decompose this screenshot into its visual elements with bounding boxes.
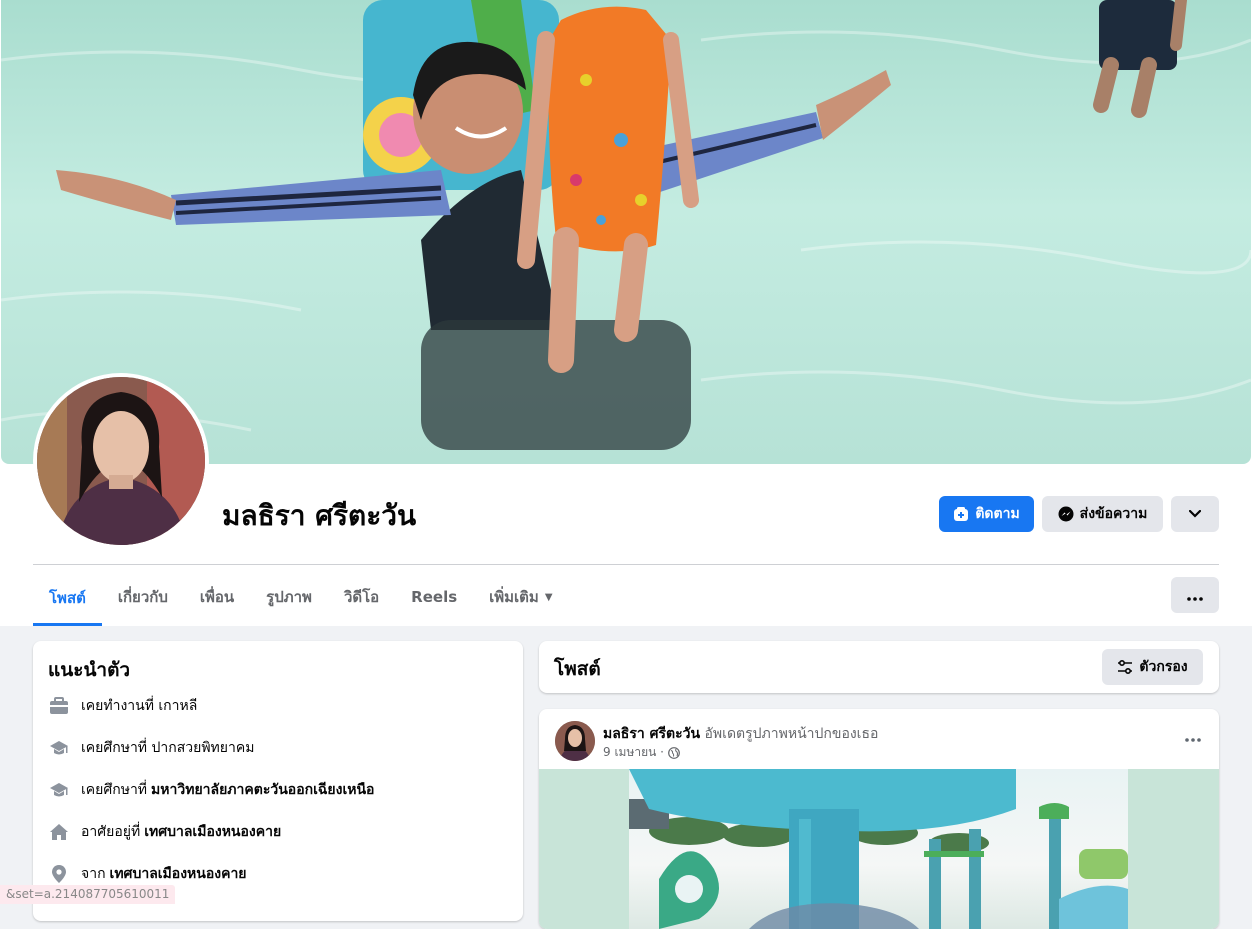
intro-item-education-2: เคยศึกษาที่ มหาวิทยาลัยภาคตะวันออกเฉียงเ… <box>48 779 374 801</box>
post-title-line: มลธิรา ศรีตะวัน อัพเดตรูปภาพหน้าปกของเธอ <box>603 723 878 745</box>
profile-avatar[interactable] <box>33 373 209 549</box>
intro-card: แนะนำตัว เคยทำงานที่ เกาหลี เคยศึกษาที่ … <box>33 641 523 921</box>
post-card: มลธิรา ศรีตะวัน อัพเดตรูปภาพหน้าปกของเธอ… <box>539 709 1219 929</box>
message-label: ส่งข้อความ <box>1079 506 1148 522</box>
intro-item-education-1: เคยศึกษาที่ ปากสวยพิทยาคม <box>48 737 254 759</box>
post-author-avatar[interactable] <box>555 721 595 761</box>
tab-label: เกี่ยวกับ <box>117 588 168 606</box>
messenger-icon <box>1058 506 1074 522</box>
cover-photo[interactable] <box>1 0 1251 464</box>
intro-item-prefix: อาศัยอยู่ที่ <box>81 824 141 840</box>
chevron-down-icon <box>1188 506 1202 522</box>
follow-icon <box>953 506 969 522</box>
follow-button[interactable]: ติดตาม <box>939 496 1034 532</box>
more-dots-icon <box>1187 586 1203 605</box>
tab-friends[interactable]: เพื่อน <box>184 570 250 624</box>
tab-label: เพิ่มเติม <box>489 588 539 606</box>
tab-photos[interactable]: รูปภาพ <box>250 570 328 624</box>
home-icon <box>48 821 70 843</box>
intro-item-lives-in: อาศัยอยู่ที่ เทศบาลเมืองหนองคาย <box>48 821 281 843</box>
graduation-cap-icon <box>48 779 70 801</box>
tab-posts[interactable]: โพสต์ <box>33 570 102 626</box>
status-bar-url: &set=a.214087705610011 <box>0 885 176 904</box>
tab-label: Reels <box>411 588 458 606</box>
tab-label: เพื่อน <box>199 588 235 606</box>
filter-button[interactable]: ตัวกรอง <box>1102 649 1203 685</box>
more-dots-icon <box>1185 727 1201 746</box>
profile-tabs: โพสต์ เกี่ยวกับ เพื่อน รูปภาพ วิดีโอ Ree… <box>33 570 569 626</box>
tab-more[interactable]: เพิ่มเติม ▼ <box>473 570 568 624</box>
briefcase-icon <box>48 695 70 717</box>
intro-item-prefix: จาก <box>81 866 106 882</box>
tab-label: วิดีโอ <box>343 588 380 606</box>
follow-label: ติดตาม <box>975 506 1020 522</box>
tab-videos[interactable]: วิดีโอ <box>328 570 395 624</box>
intro-item-text: เคยทำงานที่ เกาหลี <box>81 698 198 714</box>
profile-name: มลธิรา ศรีตะวัน <box>222 499 417 532</box>
profile-options-button[interactable] <box>1171 496 1219 532</box>
message-button[interactable]: ส่งข้อความ <box>1042 496 1163 532</box>
tab-about[interactable]: เกี่ยวกับ <box>102 570 184 624</box>
cover-photo-illustration <box>1 0 1251 450</box>
intro-item-link[interactable]: เทศบาลเมืองหนองคาย <box>144 821 281 843</box>
post-meta: 9 เมษายน · <box>603 743 680 762</box>
intro-item-from: จาก เทศบาลเมืองหนองคาย <box>48 863 247 885</box>
post-author-name[interactable]: มลธิรา ศรีตะวัน <box>603 726 700 742</box>
profile-picture <box>37 377 205 545</box>
tab-label: รูปภาพ <box>266 588 312 606</box>
intro-item-link[interactable]: มหาวิทยาลัยภาคตะวันออกเฉียงเหนือ <box>151 779 374 801</box>
post-date[interactable]: 9 เมษายน · <box>603 743 664 762</box>
intro-item-work: เคยทำงานที่ เกาหลี <box>48 695 197 717</box>
tab-reels[interactable]: Reels <box>395 570 473 624</box>
location-pin-icon <box>48 863 70 885</box>
filter-label: ตัวกรอง <box>1139 659 1188 675</box>
post-options-button[interactable] <box>1185 727 1201 746</box>
intro-title: แนะนำตัว <box>48 659 131 681</box>
header-divider <box>33 564 1219 565</box>
posts-header-card: โพสต์ ตัวกรอง <box>539 641 1219 693</box>
posts-title: โพสต์ <box>554 658 601 680</box>
post-image-container[interactable] <box>539 769 1219 929</box>
filter-sliders-icon <box>1117 660 1133 674</box>
post-action-text: อัพเดตรูปภาพหน้าปกของเธอ <box>704 726 879 742</box>
caret-down-icon: ▼ <box>544 591 553 603</box>
intro-item-text: เคยศึกษาที่ ปากสวยพิทยาคม <box>81 740 255 756</box>
tabs-more-options-button[interactable] <box>1171 577 1219 613</box>
tab-label: โพสต์ <box>49 589 86 607</box>
intro-item-link[interactable]: เทศบาลเมืองหนองคาย <box>110 863 247 885</box>
graduation-cap-icon <box>48 737 70 759</box>
globe-icon <box>668 746 680 759</box>
intro-item-prefix: เคยศึกษาที่ <box>81 782 148 798</box>
post-image <box>629 769 1128 929</box>
